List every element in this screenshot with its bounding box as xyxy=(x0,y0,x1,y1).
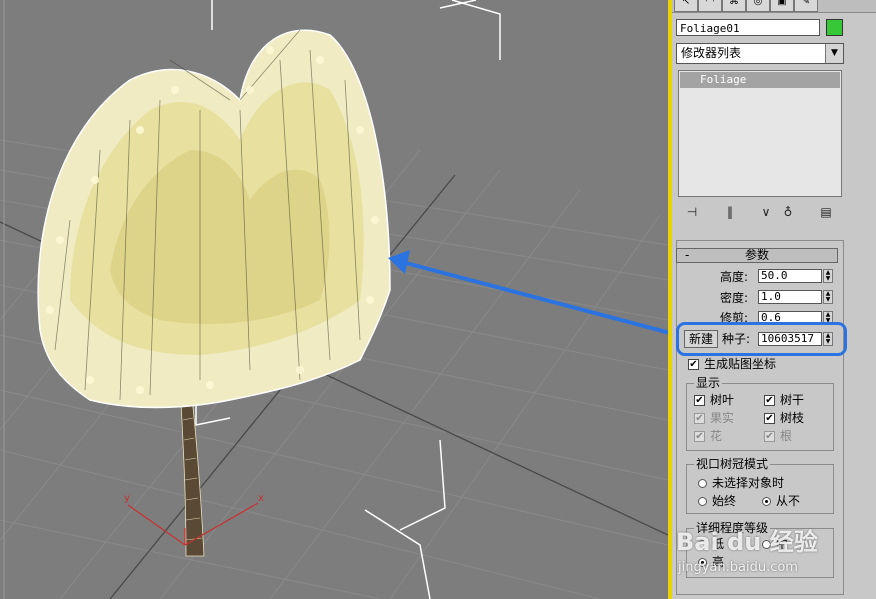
watermark-brand: Bai du 经验 xyxy=(676,528,818,556)
fruit-label: 果实 xyxy=(710,411,735,425)
height-input[interactable]: 50.0 xyxy=(758,269,822,283)
modifier-list-dropdown[interactable]: 修改器列表 ▼ xyxy=(676,43,844,64)
density-input[interactable]: 1.0 xyxy=(758,290,822,304)
fruit-checkbox[interactable]: ✔ xyxy=(694,413,705,424)
canopy-mode-title: 视口树冠模式 xyxy=(694,457,771,471)
when-not-selected-radio[interactable] xyxy=(698,479,707,488)
trunk-label: 树干 xyxy=(780,393,805,407)
always-label: 始终 xyxy=(712,494,737,508)
density-spinner-icon[interactable]: ▲ ▼ xyxy=(823,290,833,304)
seed-highlight-annotation xyxy=(676,322,847,356)
viewport-scene: y x xyxy=(0,0,668,599)
motion-tab-icon[interactable]: ◎ xyxy=(746,0,770,12)
parameters-rollout-header[interactable]: - 参数 xyxy=(676,248,838,263)
display-group-title: 显示 xyxy=(694,376,723,390)
hierarchy-tab-icon[interactable]: ⌘ xyxy=(722,0,746,12)
annotation-arrow xyxy=(388,250,668,335)
leaves-label: 树叶 xyxy=(710,393,735,407)
create-tab-icon[interactable]: ↖ xyxy=(674,0,698,12)
pin-stack-icon[interactable]: ⊣ xyxy=(684,204,700,220)
roots-checkbox[interactable]: ✔ xyxy=(764,431,775,442)
remove-modifier-icon[interactable]: ♁ xyxy=(780,204,796,220)
branches-checkbox[interactable]: ✔ xyxy=(764,413,775,424)
tree-canopy xyxy=(37,29,391,409)
modifier-list-label: 修改器列表 xyxy=(681,46,742,60)
make-unique-icon[interactable]: ∨ xyxy=(758,204,774,220)
height-label: 高度: xyxy=(720,270,749,284)
chevron-down-icon: ▼ xyxy=(825,44,843,63)
display-tab-icon[interactable]: ▣ xyxy=(770,0,794,12)
gen-mapping-checkbox[interactable]: ✔ xyxy=(688,359,699,370)
rollout-title: 参数 xyxy=(744,248,769,262)
flowers-checkbox[interactable]: ✔ xyxy=(694,431,705,442)
modifier-stack[interactable]: Foliage xyxy=(678,70,842,197)
flowers-label: 花 xyxy=(710,429,723,443)
object-name-field[interactable]: Foliage01 xyxy=(676,19,820,36)
always-radio[interactable] xyxy=(698,497,707,506)
command-panel: ↖ ◠ ⌘ ◎ ▣ ✎ Foliage01 修改器列表 ▼ Foliage ⊣ … xyxy=(672,0,876,599)
object-color-swatch[interactable] xyxy=(826,19,843,36)
show-end-result-icon[interactable]: ‖ xyxy=(722,204,738,220)
stack-toolbar: ⊣ ‖ ∨ ♁ ▤ xyxy=(676,202,844,222)
watermark-url: jingyan.baidu.com xyxy=(678,560,798,575)
gen-mapping-label: 生成贴图坐标 xyxy=(704,357,777,371)
stack-item-foliage[interactable]: Foliage xyxy=(680,72,840,88)
leaves-checkbox[interactable]: ✔ xyxy=(694,395,705,406)
height-spinner-icon[interactable]: ▲ ▼ xyxy=(823,269,833,283)
never-radio[interactable] xyxy=(762,497,771,506)
never-label: 从不 xyxy=(776,494,801,508)
utilities-tab-icon[interactable]: ✎ xyxy=(794,0,818,12)
trunk-checkbox[interactable]: ✔ xyxy=(764,395,775,406)
command-panel-tabs: ↖ ◠ ⌘ ◎ ▣ ✎ xyxy=(672,0,876,13)
perspective-viewport[interactable]: y x xyxy=(0,0,668,599)
branches-label: 树枝 xyxy=(780,411,805,425)
display-group xyxy=(686,383,834,451)
density-label: 密度: xyxy=(720,291,749,305)
when-not-selected-label: 未选择对象时 xyxy=(712,476,785,490)
modify-tab-icon[interactable]: ◠ xyxy=(698,0,722,12)
axis-x-label: x xyxy=(258,493,264,504)
configure-modifier-sets-icon[interactable]: ▤ xyxy=(818,204,834,220)
roots-label: 根 xyxy=(780,429,793,443)
axis-y-label: y xyxy=(124,493,130,504)
